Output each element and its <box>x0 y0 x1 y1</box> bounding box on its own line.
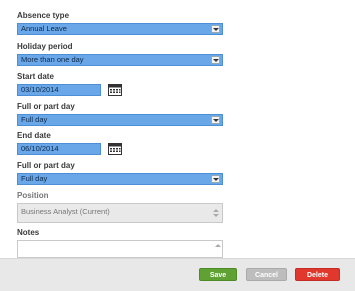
start-part-day-label: Full or part day <box>17 102 75 111</box>
calendar-icon[interactable] <box>108 83 122 96</box>
absence-type-label: Absence type <box>17 11 70 20</box>
end-part-day-value: Full day <box>21 174 48 183</box>
end-part-day-label: Full or part day <box>17 161 75 170</box>
cancel-button[interactable]: Cancel <box>246 268 287 281</box>
end-part-day-select[interactable]: Full day <box>17 173 223 185</box>
absence-type-value: Annual Leave <box>21 24 67 33</box>
start-part-day-select[interactable]: Full day <box>17 114 223 126</box>
chevron-down-icon[interactable] <box>211 175 220 183</box>
chevron-down-icon[interactable] <box>211 25 220 33</box>
form-footer: Save Cancel Delete <box>0 258 355 291</box>
scroll-up-icon[interactable] <box>213 209 219 212</box>
position-value: Business Analyst (Current) <box>21 207 110 216</box>
holiday-period-value: More than one day <box>21 55 84 64</box>
end-date-label: End date <box>17 131 51 140</box>
position-label: Position <box>17 191 49 200</box>
scroll-down-icon[interactable] <box>213 214 219 217</box>
save-button[interactable]: Save <box>199 268 237 281</box>
holiday-period-select[interactable]: More than one day <box>17 54 223 66</box>
start-date-input[interactable]: 03/10/2014 <box>17 84 101 96</box>
scroll-up-icon[interactable] <box>215 244 221 247</box>
notes-textarea[interactable] <box>17 240 223 258</box>
end-date-input[interactable]: 06/10/2014 <box>17 143 101 155</box>
position-field: Business Analyst (Current) <box>17 203 223 223</box>
holiday-period-label: Holiday period <box>17 42 73 51</box>
chevron-down-icon[interactable] <box>211 56 220 64</box>
absence-type-select[interactable]: Annual Leave <box>17 23 223 35</box>
position-scrollbar[interactable] <box>213 206 220 220</box>
notes-label: Notes <box>17 228 40 237</box>
calendar-icon[interactable] <box>108 142 122 155</box>
start-part-day-value: Full day <box>21 115 48 124</box>
delete-button[interactable]: Delete <box>295 268 340 281</box>
start-date-label: Start date <box>17 72 54 81</box>
chevron-down-icon[interactable] <box>211 116 220 124</box>
